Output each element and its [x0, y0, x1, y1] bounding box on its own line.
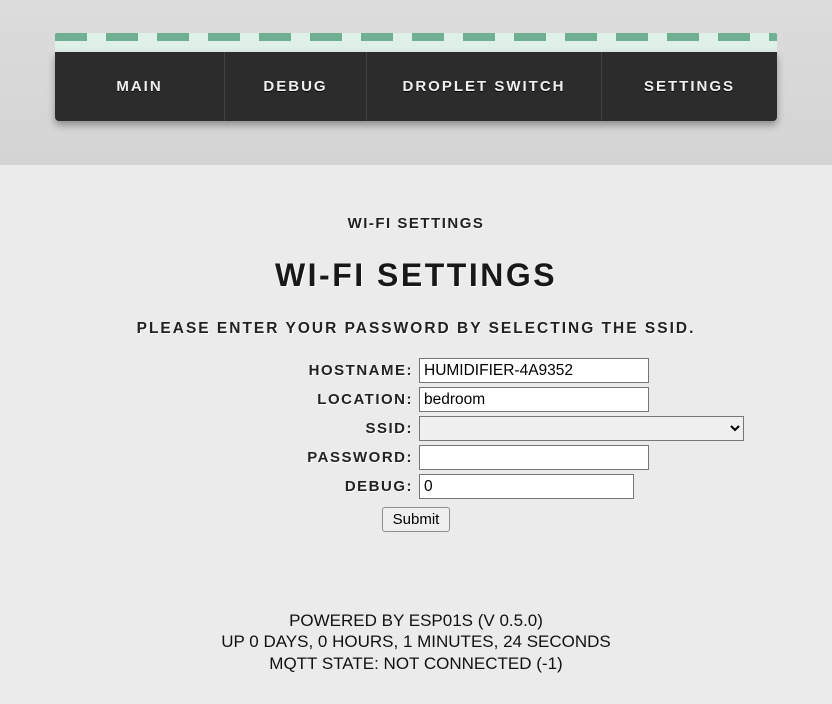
- footer: POWERED BY ESP01S (V 0.5.0) UP 0 DAYS, 0…: [55, 532, 777, 674]
- wifi-settings-form: HOSTNAME: LOCATION: SSID: PASSWORD:: [55, 358, 777, 532]
- header-area: MAIN DEBUG DROPLET SWITCH SETTINGS: [0, 0, 832, 165]
- hostname-input[interactable]: [419, 358, 649, 383]
- location-label: LOCATION:: [73, 391, 413, 408]
- nav-item-main[interactable]: MAIN: [55, 52, 225, 121]
- location-input[interactable]: [419, 387, 649, 412]
- footer-powered: POWERED BY ESP01S (V 0.5.0): [55, 610, 777, 631]
- decorative-stripes-pad: [55, 41, 777, 52]
- main-nav: MAIN DEBUG DROPLET SWITCH SETTINGS: [55, 52, 777, 121]
- password-input[interactable]: [419, 445, 649, 470]
- decorative-stripes: [55, 33, 777, 41]
- footer-uptime: UP 0 DAYS, 0 HOURS, 1 MINUTES, 24 SECOND…: [55, 631, 777, 652]
- nav-item-droplet-switch[interactable]: DROPLET SWITCH: [367, 52, 602, 121]
- breadcrumb: WI-FI SETTINGS: [55, 215, 777, 232]
- row-debug: DEBUG:: [73, 474, 759, 499]
- row-location: LOCATION:: [73, 387, 759, 412]
- debug-label: DEBUG:: [73, 478, 413, 495]
- row-password: PASSWORD:: [73, 445, 759, 470]
- submit-row: Submit: [382, 507, 451, 532]
- nav-item-debug[interactable]: DEBUG: [225, 52, 367, 121]
- page-title: WI-FI SETTINGS: [55, 257, 777, 294]
- password-label: PASSWORD:: [73, 449, 413, 466]
- content-area: WI-FI SETTINGS WI-FI SETTINGS PLEASE ENT…: [0, 165, 832, 704]
- row-hostname: HOSTNAME:: [73, 358, 759, 383]
- footer-mqtt: MQTT STATE: NOT CONNECTED (-1): [55, 653, 777, 674]
- nav-item-settings[interactable]: SETTINGS: [602, 52, 777, 121]
- ssid-select[interactable]: [419, 416, 744, 441]
- row-ssid: SSID:: [73, 416, 759, 441]
- hostname-label: HOSTNAME:: [73, 362, 413, 379]
- debug-input[interactable]: [419, 474, 634, 499]
- submit-button[interactable]: Submit: [382, 507, 451, 532]
- page-subtitle: PLEASE ENTER YOUR PASSWORD BY SELECTING …: [55, 320, 777, 338]
- ssid-label: SSID:: [73, 420, 413, 437]
